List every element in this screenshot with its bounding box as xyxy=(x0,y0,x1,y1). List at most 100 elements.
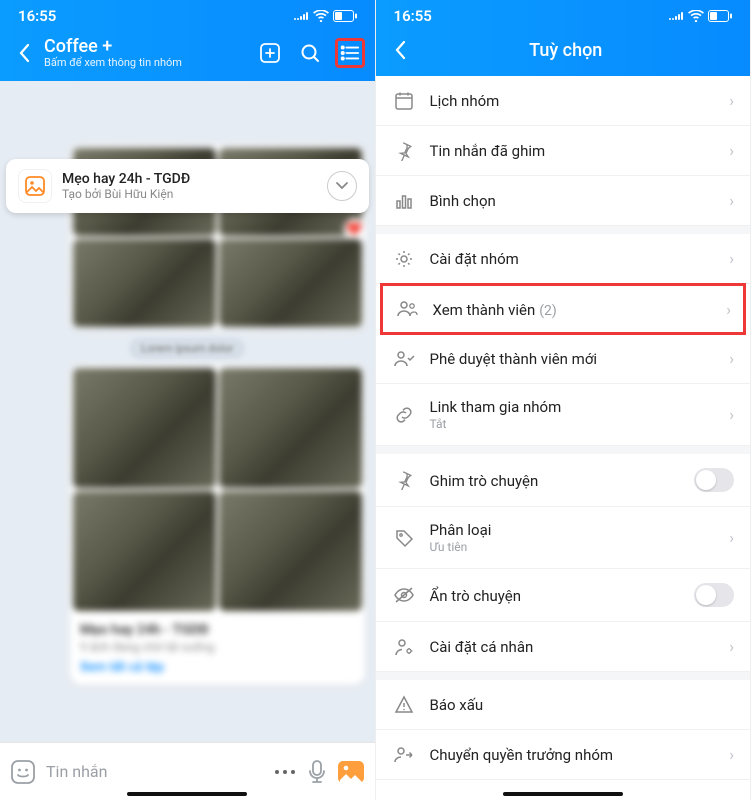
attachment-image[interactable] xyxy=(73,239,216,327)
attachment-image[interactable] xyxy=(73,491,216,611)
gear-icon xyxy=(392,249,416,269)
attachment-image[interactable] xyxy=(219,239,362,327)
transfer-icon xyxy=(392,745,416,765)
search-button[interactable] xyxy=(295,38,325,68)
status-bar: 16:55 xyxy=(0,0,375,32)
option-sublabel: Tắt xyxy=(430,417,730,431)
wifi-icon xyxy=(688,10,704,22)
option-group-calendar[interactable]: Lịch nhóm › xyxy=(376,76,751,126)
link-icon xyxy=(392,405,416,425)
options-title: Tuỳ chọn xyxy=(420,40,713,61)
status-icons xyxy=(668,10,732,22)
hide-chat-toggle[interactable] xyxy=(694,583,734,607)
option-transfer-admin[interactable]: Chuyển quyền trưởng nhóm › xyxy=(376,730,751,780)
attachment-image[interactable] xyxy=(219,491,362,611)
option-label: Ẩn trò chuyện xyxy=(430,587,522,605)
options-list[interactable]: Lịch nhóm › Tin nhắn đã ghim › Bình chọn… xyxy=(376,76,751,798)
mic-icon[interactable] xyxy=(307,759,327,785)
option-personal-settings[interactable]: Cài đặt cá nhân › xyxy=(376,622,751,672)
home-indicator[interactable] xyxy=(503,792,623,796)
option-label: Lịch nhóm xyxy=(430,92,500,110)
calendar-icon xyxy=(392,91,416,111)
status-time: 16:55 xyxy=(394,7,432,25)
chevron-right-icon: › xyxy=(729,405,734,424)
home-indicator[interactable] xyxy=(127,792,247,796)
header-title-block[interactable]: Coffee + Bấm để xem thông tin nhóm xyxy=(44,36,255,69)
warning-icon xyxy=(392,695,416,715)
pin-chat-toggle[interactable] xyxy=(694,468,734,492)
pinned-image-icon xyxy=(18,169,52,203)
option-hide-chat[interactable]: Ẩn trò chuyện xyxy=(376,569,751,622)
chevron-right-icon: › xyxy=(726,300,731,319)
pinned-expand-icon[interactable] xyxy=(327,171,357,201)
option-sublabel: Ưu tiên xyxy=(430,540,730,554)
approve-member-icon xyxy=(392,349,416,369)
options-screen: 16:55 Tuỳ chọn Lịch nhóm › Tin nhắn đã g… xyxy=(376,0,751,800)
message-bubble[interactable]: Mẹo hay 24h - TGDĐ 9 ảnh đang chờ tải xu… xyxy=(70,365,365,685)
more-icon[interactable] xyxy=(273,768,297,776)
chevron-right-icon: › xyxy=(729,91,734,110)
option-label: Tin nhắn đã ghim xyxy=(430,142,546,160)
card-title: Mẹo hay 24h - TGDĐ xyxy=(80,622,355,638)
pinned-banner[interactable]: Mẹo hay 24h - TGDĐ Tạo bởi Bùi Hữu Kiện xyxy=(6,159,369,213)
options-header: 16:55 Tuỳ chọn xyxy=(376,0,751,76)
status-bar: 16:55 xyxy=(376,0,751,32)
back-button[interactable] xyxy=(386,36,414,64)
chevron-right-icon: › xyxy=(729,528,734,547)
heart-reaction-icon[interactable]: ❤️ xyxy=(344,218,366,240)
option-label: Cài đặt cá nhân xyxy=(430,638,534,656)
option-label: Link tham gia nhóm xyxy=(430,398,730,416)
attachment-image[interactable] xyxy=(73,368,216,488)
card-subtitle: 9 ảnh đang chờ tải xuống xyxy=(80,640,355,654)
signal-icon xyxy=(668,11,684,21)
tag-icon xyxy=(392,528,416,548)
option-pinned-messages[interactable]: Tin nhắn đã ghim › xyxy=(376,126,751,176)
chevron-right-icon: › xyxy=(729,141,734,160)
option-label: Chuyển quyền trưởng nhóm xyxy=(430,746,614,764)
card-link[interactable]: Xem tất cả tệp xyxy=(80,660,355,675)
status-icons xyxy=(293,10,357,22)
battery-icon xyxy=(708,10,732,22)
option-label: Báo xấu xyxy=(430,696,484,714)
user-gear-icon xyxy=(392,637,416,657)
chevron-right-icon: › xyxy=(729,637,734,656)
option-pin-chat[interactable]: Ghim trò chuyện xyxy=(376,454,751,507)
pin-icon xyxy=(392,141,416,161)
pin-icon xyxy=(392,470,416,490)
option-approve-members[interactable]: Phê duyệt thành viên mới › xyxy=(376,334,751,384)
option-category[interactable]: Phân loại Ưu tiên › xyxy=(376,507,751,569)
attachment-image[interactable] xyxy=(219,368,362,488)
chevron-right-icon: › xyxy=(729,745,734,764)
member-count: (2) xyxy=(539,303,557,319)
chat-screen: 16:55 Coffee + Bấm để xem thông tin nhóm xyxy=(0,0,376,800)
sticker-icon[interactable] xyxy=(10,759,36,785)
message-input[interactable]: Tin nhắn xyxy=(46,762,263,781)
options-button[interactable] xyxy=(335,38,365,68)
option-view-members[interactable]: Xem thành viên (2) › xyxy=(380,283,747,335)
chevron-right-icon: › xyxy=(729,349,734,368)
signal-icon xyxy=(293,11,309,21)
back-button[interactable] xyxy=(10,39,38,67)
chat-body[interactable]: Mẹo hay 24h - TGDĐ Tạo bởi Bùi Hữu Kiện … xyxy=(0,81,375,745)
option-label: Bình chọn xyxy=(430,192,496,210)
pinned-title: Mẹo hay 24h - TGDĐ xyxy=(62,171,327,187)
pinned-subtitle: Tạo bởi Bùi Hữu Kiện xyxy=(62,187,327,201)
chevron-right-icon: › xyxy=(729,191,734,210)
chevron-right-icon: › xyxy=(729,249,734,268)
gallery-icon[interactable] xyxy=(337,760,365,784)
option-join-link[interactable]: Link tham gia nhóm Tắt › xyxy=(376,384,751,446)
option-report[interactable]: Báo xấu xyxy=(376,680,751,730)
option-group-settings[interactable]: Cài đặt nhóm › xyxy=(376,234,751,284)
group-subtitle: Bấm để xem thông tin nhóm xyxy=(44,56,255,69)
option-label: Cài đặt nhóm xyxy=(430,250,519,268)
status-time: 16:55 xyxy=(18,7,56,25)
option-label: Xem thành viên xyxy=(433,301,536,319)
option-poll[interactable]: Bình chọn › xyxy=(376,176,751,226)
chat-header: 16:55 Coffee + Bấm để xem thông tin nhóm xyxy=(0,0,375,81)
add-button[interactable] xyxy=(255,38,285,68)
option-label: Phê duyệt thành viên mới xyxy=(430,350,598,368)
group-name: Coffee + xyxy=(44,36,255,57)
eye-off-icon xyxy=(392,585,416,605)
system-message: Lorem ipsum dolor xyxy=(129,338,245,359)
members-icon xyxy=(395,299,419,319)
